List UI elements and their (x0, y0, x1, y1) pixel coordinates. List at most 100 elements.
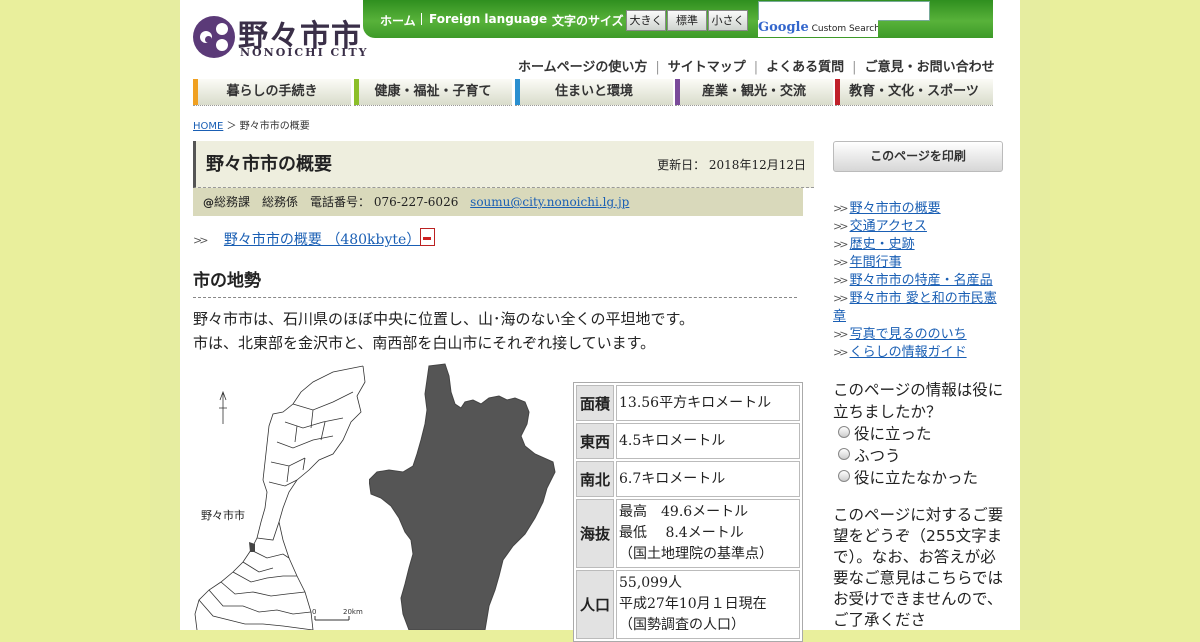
search-brand-suffix: Custom Search (811, 24, 878, 34)
survey-option-helpful[interactable]: 役に立った (833, 423, 1005, 445)
fact-key: 海抜 (576, 499, 614, 568)
scale-zero: 0 (312, 608, 316, 616)
updated-value: 2018年12月12日 (708, 158, 806, 172)
fact-line: 6.7キロメートル (619, 470, 726, 487)
search-input[interactable] (758, 1, 930, 21)
related-link[interactable]: 野々市市の特産・名産品 (850, 273, 993, 288)
nav-label: 教育・文化・スポーツ (849, 84, 979, 99)
sitemap-link[interactable]: サイトマップ (668, 56, 746, 75)
city-emblem-icon (193, 16, 235, 58)
phone-label: 電話番号： (310, 195, 371, 209)
page-title-box: 野々市市の概要 更新日： 2018年12月12日 (193, 141, 814, 188)
table-row: 海抜 最高 49.6メートル 最低 8.4メートル （国土地理院の基準点） (576, 499, 800, 568)
body-line: 野々市市は、石川県のほぼ中央に位置し、山･海のない全くの平坦地です。 (193, 310, 695, 328)
related-link[interactable]: 写真で見るののいち (850, 327, 967, 342)
feedback-survey: このページの情報は役に立ちましたか？ 役に立った ふつう 役に立たなかった (833, 379, 1005, 489)
phone-number: 076-227-6026 (373, 195, 459, 209)
fact-key: 面積 (576, 385, 614, 421)
page-title: 野々市市の概要 (206, 154, 332, 175)
home-link[interactable]: ホーム (380, 12, 416, 29)
related-link[interactable]: 年間行事 (850, 255, 902, 270)
divider (421, 13, 422, 25)
nav-label: 健康・福祉・子育て (374, 84, 492, 99)
option-label: ふつう (854, 447, 901, 465)
nav-procedures[interactable]: 暮らしの手続き (193, 79, 351, 106)
scale-km: 20km (343, 608, 363, 616)
faq-link[interactable]: よくある質問 (766, 56, 844, 75)
fact-line: 4.5キロメートル (619, 432, 726, 449)
list-item: >> 写真で見るののいち (833, 326, 1003, 344)
nav-industry-tourism[interactable]: 産業・観光・交流 (675, 79, 833, 106)
nav-label: 住まいと環境 (554, 84, 633, 99)
font-large-button[interactable]: 大きく (626, 10, 666, 31)
radio-button[interactable] (838, 448, 850, 460)
fact-key: 南北 (576, 461, 614, 497)
city-facts-table: 面積 13.56平方キロメートル 東西 4.5キロメートル 南北 6.7キロメートル … (573, 382, 803, 642)
font-small-button[interactable]: 小さく (708, 10, 748, 31)
table-row: 東西 4.5キロメートル (576, 423, 800, 459)
terrain-description: 野々市市は、石川県のほぼ中央に位置し、山･海のない全くの平坦地です。 市は、北東… (193, 307, 694, 355)
fact-line: 最低 8.4メートル (619, 525, 744, 541)
related-link[interactable]: 交通アクセス (850, 219, 927, 234)
related-link[interactable]: 野々市市 愛と和の市民憲章 (833, 291, 997, 324)
list-item: >> くらしの情報ガイド (833, 344, 1003, 362)
body-line: 市は、北東部を金沢市と、南西部を白山市にそれぞれ接しています。 (193, 334, 656, 352)
contact-link[interactable]: ご意見・お問い合わせ (865, 56, 995, 75)
map-label-nonoichi: 野々市市 (201, 509, 245, 522)
fact-line: （国土地理院の基準点） (619, 546, 773, 562)
double-chevron-icon: >> (833, 274, 849, 287)
font-size-label: 文字のサイズ (552, 14, 624, 28)
table-row: 人口 55,099人 平成27年10月１日現在 （国勢調査の人口） (576, 570, 800, 639)
print-page-button[interactable]: このページを印刷 (833, 141, 1003, 172)
foreign-language-link[interactable]: Foreign language (429, 12, 547, 26)
pdf-icon (420, 228, 436, 246)
pdf-download-link[interactable]: 野々市市の概要 （480kbyte） (224, 232, 420, 248)
contact-info: @総務課 総務係 電話番号： 076-227-6026 soumu@city.n… (193, 188, 803, 216)
ishikawa-prefecture-map: 0 20km (194, 365, 366, 630)
fact-line: 13.56平方キロメートル (619, 394, 772, 411)
fact-line: （国勢調査の人口） (619, 617, 745, 633)
list-item: >> 野々市市 愛と和の市民憲章 (833, 290, 1003, 326)
contact-icon: @ (203, 196, 214, 209)
fact-value: 最高 49.6メートル 最低 8.4メートル （国土地理院の基準点） (616, 499, 800, 568)
fact-value: 55,099人 平成27年10月１日現在 （国勢調査の人口） (616, 570, 800, 639)
double-chevron-icon: >> (833, 202, 849, 215)
nav-color-bar (835, 79, 840, 105)
nav-color-bar (354, 79, 359, 105)
breadcrumb-home-link[interactable]: HOME (193, 121, 223, 132)
related-link[interactable]: くらしの情報ガイド (850, 345, 967, 360)
list-item: >> 交通アクセス (833, 218, 1003, 236)
double-chevron-icon: >> (833, 346, 849, 359)
nav-health-welfare[interactable]: 健康・福祉・子育て (354, 79, 512, 106)
related-link[interactable]: 野々市市の概要 (850, 201, 941, 216)
usage-guide-link[interactable]: ホームページの使い方 (518, 56, 647, 75)
radio-button[interactable] (838, 470, 850, 482)
double-chevron-icon: >> (833, 328, 849, 341)
breadcrumb: HOME ＞ 野々市市の概要 (193, 117, 310, 132)
contact-department: 総務課 総務係 (214, 195, 299, 209)
breadcrumb-separator: ＞ (226, 121, 237, 132)
survey-option-neutral[interactable]: ふつう (833, 445, 1005, 467)
fact-value: 6.7キロメートル (616, 461, 800, 497)
nav-education-culture[interactable]: 教育・文化・スポーツ (835, 79, 993, 106)
feedback-request-text: このページに対するご要望をどうぞ（255文字まで）。なお、お答えが必要なご意見は… (833, 506, 1004, 629)
section-heading: 市の地勢 (193, 266, 797, 298)
table-row: 面積 13.56平方キロメートル (576, 385, 800, 421)
utility-links: ホームページの使い方 | サイトマップ | よくある質問 | ご意見・お問い合わせ (518, 56, 995, 75)
site-logo[interactable]: 野々市市 NONOICHI CITY (193, 15, 366, 63)
survey-question: このページの情報は役に立ちましたか？ (833, 381, 1004, 421)
double-chevron-icon: >> (193, 234, 209, 247)
contact-email-link[interactable]: soumu@city.nonoichi.lg.jp (470, 195, 629, 209)
radio-button[interactable] (838, 426, 850, 438)
related-link[interactable]: 歴史・史跡 (850, 237, 915, 252)
updated-date: 更新日： 2018年12月12日 (657, 156, 806, 173)
fact-key: 東西 (576, 423, 614, 459)
fact-line: 55,099人 (619, 575, 682, 591)
double-chevron-icon: >> (833, 238, 849, 251)
nav-label: 暮らしの手続き (226, 84, 318, 99)
nav-color-bar (515, 79, 520, 105)
search-brand-name: Google (758, 20, 809, 35)
font-normal-button[interactable]: 標準 (667, 10, 707, 31)
nav-housing-environment[interactable]: 住まいと環境 (515, 79, 673, 106)
survey-option-not-helpful[interactable]: 役に立たなかった (833, 467, 1005, 489)
